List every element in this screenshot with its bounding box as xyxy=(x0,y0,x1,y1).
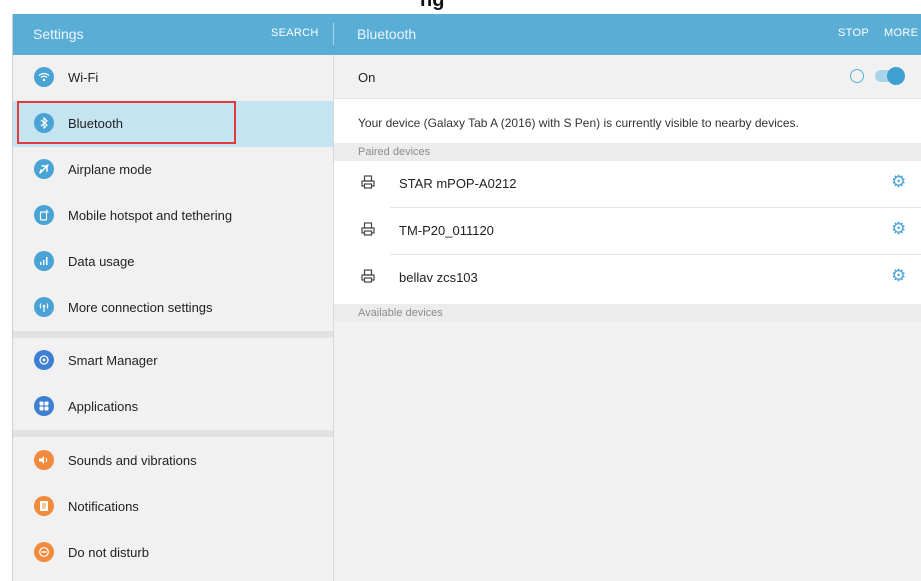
sidebar-item-airplane-mode[interactable]: Airplane mode xyxy=(13,147,333,193)
available-devices-area xyxy=(334,323,921,581)
scan-indicator-icon xyxy=(850,69,864,83)
airplane-icon xyxy=(34,159,54,179)
bluetooth-switch-row[interactable]: On xyxy=(334,55,921,98)
sidebar-item-bluetooth[interactable]: Bluetooth xyxy=(13,101,333,147)
paired-devices-label: Paired devices xyxy=(358,146,431,158)
data-usage-icon xyxy=(34,251,54,271)
more-button[interactable]: MORE xyxy=(884,27,918,39)
sidebar-item-notifications[interactable]: Notifications xyxy=(13,484,333,530)
visibility-message: Your device (Galaxy Tab A (2016) with S … xyxy=(334,98,921,143)
bluetooth-on-label: On xyxy=(358,70,376,85)
sidebar-item-wifi[interactable]: Wi-Fi xyxy=(13,55,333,101)
gear-icon[interactable]: ⚙ xyxy=(891,221,906,238)
sound-icon xyxy=(34,450,54,470)
sidebar-item-more-connection-settings[interactable]: More connection settings xyxy=(13,285,333,331)
connection-settings-icon xyxy=(34,297,54,317)
printer-icon xyxy=(361,269,375,283)
sidebar-item-do-not-disturb[interactable]: Do not disturb xyxy=(13,530,333,576)
device-name: bellav zcs103 xyxy=(399,270,478,285)
sidebar-item-label: Wi-Fi xyxy=(68,70,99,85)
sidebar-item-label: Notifications xyxy=(68,499,139,514)
stop-button[interactable]: STOP xyxy=(838,27,869,39)
printer-icon xyxy=(361,222,375,236)
device-name: STAR mPOP-A0212 xyxy=(399,176,517,191)
sidebar-item-label: Bluetooth xyxy=(68,116,123,131)
sidebar-item-label: Smart Manager xyxy=(68,353,158,368)
device-name: TM-P20_011120 xyxy=(399,223,494,238)
sidebar-item-label: Applications xyxy=(68,399,139,414)
sidebar-item-applications[interactable]: Applications xyxy=(13,384,333,430)
sidebar-item-label: Airplane mode xyxy=(68,162,152,177)
visibility-text: Your device (Galaxy Tab A (2016) with S … xyxy=(358,116,799,130)
paired-devices-header: Paired devices xyxy=(334,143,921,161)
available-devices-header: Available devices xyxy=(334,304,921,322)
sidebar-divider xyxy=(13,331,333,338)
sidebar-item-sounds[interactable]: Sounds and vibrations xyxy=(13,438,333,484)
app-bar: Settings SEARCH Bluetooth STOP MORE xyxy=(13,14,921,55)
toggle-knob xyxy=(887,67,905,85)
settings-sidebar: Wi-Fi Bluetooth Airplane mode Mobile hot… xyxy=(13,55,334,581)
paired-device-row[interactable]: TM-P20_011120 ⚙ xyxy=(334,208,921,255)
do-not-disturb-icon xyxy=(34,542,54,562)
page-heading-text: ng xyxy=(420,0,445,11)
settings-title: Settings xyxy=(33,26,84,42)
paired-device-row[interactable]: bellav zcs103 ⚙ xyxy=(334,255,921,302)
sidebar-item-label: More connection settings xyxy=(68,300,213,315)
sidebar-divider xyxy=(13,430,333,437)
search-button[interactable]: SEARCH xyxy=(271,27,319,39)
settings-window: Settings SEARCH Bluetooth STOP MORE Wi-F… xyxy=(12,14,921,581)
sidebar-item-data-usage[interactable]: Data usage xyxy=(13,239,333,285)
gear-icon[interactable]: ⚙ xyxy=(891,174,906,191)
available-devices-label: Available devices xyxy=(358,307,443,319)
sidebar-item-label: Do not disturb xyxy=(68,545,149,560)
hotspot-icon xyxy=(34,205,54,225)
printer-icon xyxy=(361,175,375,189)
paired-device-row[interactable]: STAR mPOP-A0212 ⚙ xyxy=(334,161,921,208)
sidebar-item-label: Data usage xyxy=(68,254,135,269)
bluetooth-icon xyxy=(34,113,54,133)
bluetooth-toggle[interactable] xyxy=(875,67,905,85)
appbar-divider xyxy=(333,23,334,45)
applications-icon xyxy=(34,396,54,416)
gear-icon[interactable]: ⚙ xyxy=(891,268,906,285)
bluetooth-title: Bluetooth xyxy=(357,26,417,42)
bluetooth-panel: On Your device (Galaxy Tab A (2016) with… xyxy=(334,55,921,581)
notifications-icon xyxy=(34,496,54,516)
sidebar-item-hotspot[interactable]: Mobile hotspot and tethering xyxy=(13,193,333,239)
sidebar-item-label: Sounds and vibrations xyxy=(68,453,197,468)
sidebar-item-label: Mobile hotspot and tethering xyxy=(68,208,233,223)
paired-device-list: STAR mPOP-A0212 ⚙ TM-P20_011120 ⚙ bellav… xyxy=(334,161,921,304)
sidebar-item-smart-manager[interactable]: Smart Manager xyxy=(13,338,333,384)
page-heading-fragment: ng xyxy=(0,0,921,14)
wifi-icon xyxy=(34,67,54,87)
smart-manager-icon xyxy=(34,350,54,370)
